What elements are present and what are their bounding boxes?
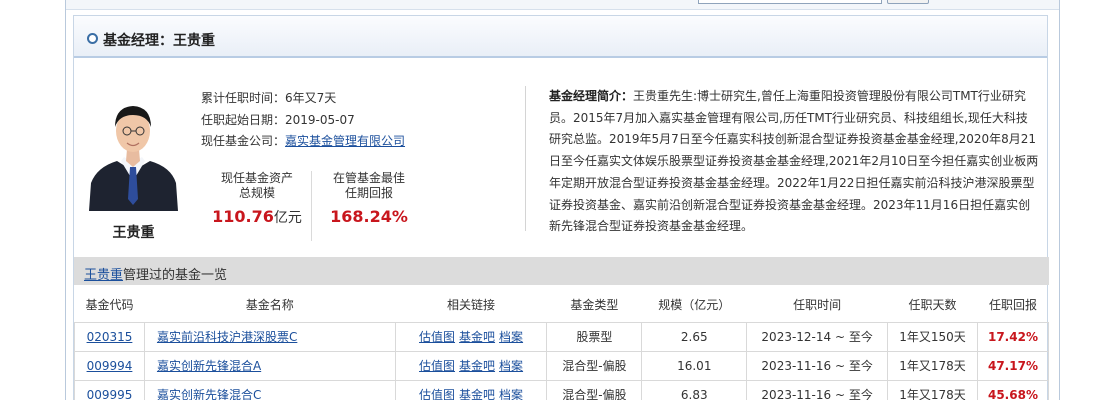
fund-name-cell: 嘉实前沿科技沪港深股票C (143, 321, 396, 352)
table-row: 009994 嘉实创新先锋混合A 估值图 基金吧 档案 混合型-偏股 16.01 2… (74, 350, 1050, 381)
manager-panel: 基金经理：王贵重 王贵重 累计任职时间：6年又7天 任职起始日期：2019-05… (73, 15, 1050, 400)
tenure-days-cell: 1年又178天 (887, 379, 978, 400)
col-header: 任职回报 (977, 288, 1049, 323)
assets-number: 110.76 (212, 207, 274, 226)
valuation-chart-link[interactable]: 估值图 (419, 330, 455, 344)
fund-code-cell: 020315 (74, 321, 145, 352)
fund-code-link[interactable]: 009994 (87, 359, 133, 373)
assets-stat: 现任基金资产 总规模 110.76亿元 (211, 171, 303, 227)
tenure-return-cell: 47.17% (976, 350, 1050, 381)
assets-value: 110.76亿元 (211, 207, 303, 227)
table-row: 020315 嘉实前沿科技沪港深股票C 估值图 基金吧 档案 股票型 2.65 20… (74, 321, 1050, 352)
manager-name: 王贵重 (112, 225, 155, 241)
fund-type-cell: 混合型-偏股 (546, 350, 643, 381)
col-header: 任职天数 (887, 288, 978, 323)
assets-label-1: 现任基金资产 (220, 171, 293, 185)
fund-list-header: 王贵重管理过的基金一览 (74, 257, 1049, 285)
assets-label-2: 总规模 (238, 186, 275, 200)
page-frame: 基金经理：王贵重 王贵重 累计任职时间：6年又7天 任职起始日期：2019-05… (65, 0, 1060, 400)
return-value: 168.24% (330, 207, 408, 226)
tenure-value: 6年又7天 (285, 91, 337, 105)
col-header: 规模（亿元） (641, 288, 747, 323)
fund-profile-link[interactable]: 档案 (499, 330, 523, 344)
bio-text: 王贵重先生:博士研究生,曾任上海重阳投资管理股份有限公司TMT行业研究员。201… (549, 89, 1039, 234)
tenure-return-cell: 45.68% (976, 379, 1050, 400)
start-date-value: 2019-05-07 (285, 113, 355, 127)
company-line: 现任基金公司：嘉实基金管理有限公司 (201, 132, 405, 149)
fund-code-cell: 009995 (74, 379, 145, 400)
table-header-row: 基金代码 基金名称 相关链接 基金类型 规模（亿元） 任职时间 任职天数 任职回… (74, 288, 1049, 323)
fund-size-cell: 6.83 (641, 379, 748, 400)
fund-name-link[interactable]: 嘉实前沿科技沪港深股票C (157, 330, 297, 344)
panel-title: 基金经理：王贵重 (103, 33, 215, 49)
tenure-days-cell: 1年又178天 (887, 350, 978, 381)
fund-type-cell: 混合型-偏股 (546, 379, 643, 400)
fund-profile-link[interactable]: 档案 (499, 359, 523, 373)
bio-label: 基金经理简介： (549, 89, 634, 103)
fund-code-link[interactable]: 009995 (87, 388, 133, 400)
fund-forum-link[interactable]: 基金吧 (459, 388, 495, 400)
related-links-cell: 估值图 基金吧 档案 (394, 350, 548, 381)
circle-bullet-icon (87, 33, 98, 44)
fund-name-cell: 嘉实创新先锋混合C (143, 379, 396, 400)
fund-forum-link[interactable]: 基金吧 (459, 330, 495, 344)
return-label-1: 在管基金最佳 (332, 171, 405, 185)
fund-name-cell: 嘉实创新先锋混合A (143, 350, 396, 381)
fund-size-cell: 2.65 (641, 321, 748, 352)
company-link[interactable]: 嘉实基金管理有限公司 (285, 134, 405, 148)
fund-forum-link[interactable]: 基金吧 (459, 359, 495, 373)
fund-name-link[interactable]: 嘉实创新先锋混合A (157, 359, 261, 373)
col-header: 相关链接 (395, 288, 547, 323)
fund-list-title: 王贵重管理过的基金一览 (84, 264, 227, 283)
col-header: 基金类型 (546, 288, 642, 323)
col-header: 基金名称 (144, 288, 396, 323)
valuation-chart-link[interactable]: 估值图 (419, 388, 455, 400)
tenure-label: 累计任职时间： (201, 91, 286, 105)
col-header: 任职时间 (746, 288, 888, 323)
tenure-return-cell: 17.42% (976, 321, 1050, 352)
vertical-divider (525, 86, 526, 231)
fund-list-title-text: 管理过的基金一览 (123, 268, 228, 283)
return-label-2: 任期回报 (344, 186, 393, 200)
best-return-stat: 在管基金最佳 任期回报 168.24% (323, 171, 415, 226)
manager-name-link[interactable]: 王贵重 (84, 268, 123, 283)
search-button[interactable] (887, 0, 929, 4)
panel-header: 基金经理：王贵重 (74, 16, 1047, 58)
tenure-line: 累计任职时间：6年又7天 (201, 89, 336, 106)
stat-divider (311, 171, 312, 241)
fund-name-link[interactable]: 嘉实创新先锋混合C (157, 388, 261, 400)
company-label: 现任基金公司： (201, 134, 286, 148)
search-input[interactable] (698, 0, 882, 4)
tenure-period-cell: 2023-12-14 ~ 至今 (746, 321, 889, 352)
related-links-cell: 估值图 基金吧 档案 (394, 321, 548, 352)
fund-profile-link[interactable]: 档案 (499, 388, 523, 400)
tenure-period-cell: 2023-11-16 ~ 至今 (746, 350, 889, 381)
manager-photo (87, 91, 180, 211)
table-row: 009995 嘉实创新先锋混合C 估值图 基金吧 档案 混合型-偏股 6.83 20… (74, 379, 1050, 400)
manager-bio: 基金经理简介：王贵重先生:博士研究生,曾任上海重阳投资管理股份有限公司TMT行业… (549, 86, 1039, 238)
tenure-period-cell: 2023-11-16 ~ 至今 (746, 379, 889, 400)
col-header: 基金代码 (74, 288, 145, 323)
fund-code-link[interactable]: 020315 (87, 330, 133, 344)
assets-unit: 亿元 (273, 210, 302, 226)
tenure-days-cell: 1年又150天 (887, 321, 978, 352)
related-links-cell: 估值图 基金吧 档案 (394, 379, 548, 400)
fund-size-cell: 16.01 (641, 350, 748, 381)
valuation-chart-link[interactable]: 估值图 (419, 359, 455, 373)
fund-table: 基金代码 基金名称 相关链接 基金类型 规模（亿元） 任职时间 任职天数 任职回… (74, 288, 1050, 400)
start-date-label: 任职起始日期： (201, 113, 286, 127)
start-date-line: 任职起始日期：2019-05-07 (201, 111, 355, 128)
fund-code-cell: 009994 (74, 350, 145, 381)
fund-type-cell: 股票型 (546, 321, 643, 352)
